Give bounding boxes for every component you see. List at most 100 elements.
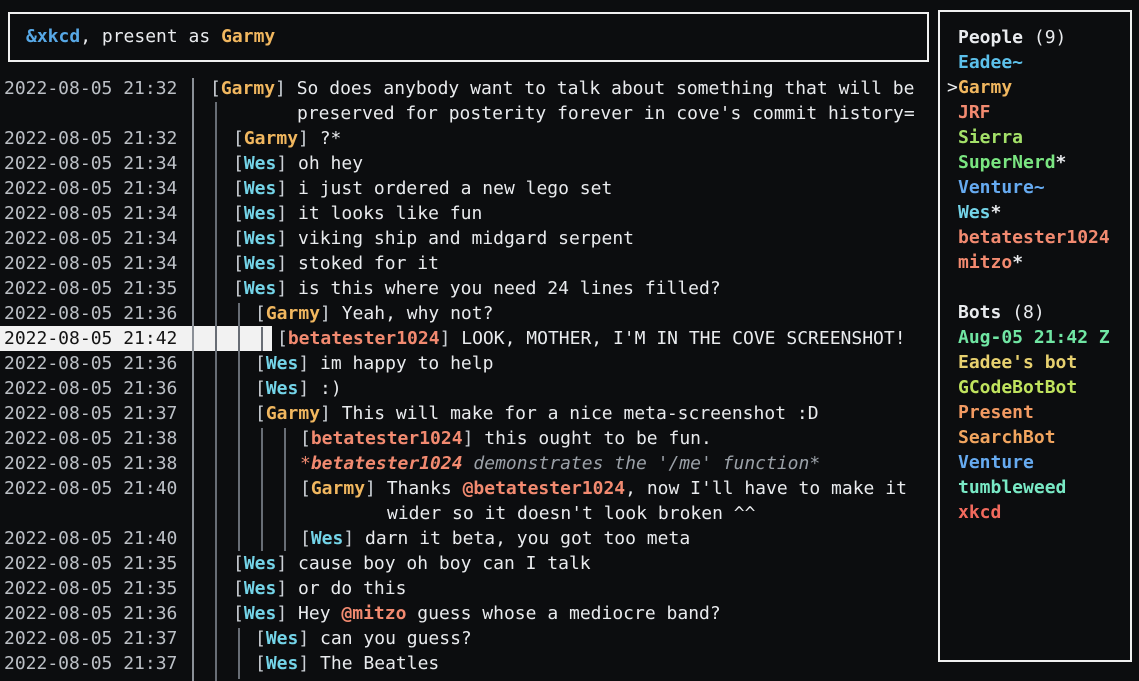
user-list-item[interactable]: mitzo* (940, 250, 1128, 275)
chat-message-row[interactable]: 2022-08-05 21:35 [Wes] is this where you … (0, 276, 939, 301)
message-text: [Garmy] Yeah, why not? (255, 301, 493, 326)
user-name: SuperNerd* (958, 150, 1066, 175)
chat-message-row[interactable]: 2022-08-05 21:32[Garmy] So does anybody … (0, 76, 939, 101)
chat-message-row[interactable]: 2022-08-05 21:32[Garmy] ?* (0, 126, 939, 151)
user-name: Venture~ (958, 175, 1045, 200)
bot-list-item[interactable]: xkcd (940, 500, 1128, 525)
people-count: (9) (1023, 27, 1066, 48)
message-timestamp: 2022-08-05 21:38 (4, 451, 177, 476)
message-timestamp: 2022-08-05 21:38 (4, 426, 177, 451)
message-text: [Wes] stoked for it (233, 251, 439, 276)
pane-separator-line (192, 78, 194, 681)
message-text: [Wes] it looks like fun (233, 201, 482, 226)
message-text: [Garmy] This will make for a nice meta-s… (255, 401, 819, 426)
chat-message-row[interactable]: 2022-08-05 21:34[Wes] viking ship and mi… (0, 226, 939, 251)
message-timestamp: 2022-08-05 21:35 (4, 576, 177, 601)
message-text: [Wes] The Beatles (255, 651, 439, 676)
chat-message-row[interactable]: 2022-08-05 21:34 [Wes] i just ordered a n… (0, 176, 939, 201)
user-list-item[interactable]: Wes* (940, 200, 1128, 225)
people-panel: People (9) Bots (8) Eadee~>GarmyJRFSierr… (938, 10, 1132, 662)
people-header: People (9) (940, 25, 1128, 50)
chat-message-row[interactable]: 2022-08-05 21:36 [Garmy] Yeah, why not? (0, 301, 939, 326)
bot-list-item[interactable]: Eadee's bot (940, 350, 1128, 375)
message-text: *betatester1024 demonstrates the '/me' f… (300, 451, 820, 476)
message-text: [betatester1024] this ought to be fun. (300, 426, 712, 451)
message-timestamp: 2022-08-05 21:37 (4, 401, 177, 426)
chat-message-row[interactable]: 2022-08-05 21:34 [Wes] stoked for it (0, 251, 939, 276)
bot-list-item[interactable]: GCodeBotBot (940, 375, 1128, 400)
chat-message-row[interactable]: 2022-08-05 21:36 [Wes] im happy to help (0, 351, 939, 376)
chat-message-row[interactable]: 2022-08-05 21:42[betatester1024] LOOK, M… (0, 326, 939, 351)
bot-name: Present (958, 400, 1034, 425)
chat-message-row[interactable]: preserved for posterity forever in cove'… (0, 101, 939, 126)
user-name: Wes* (958, 200, 1001, 225)
chat-message-row[interactable]: 2022-08-05 21:35 [Wes] or do this (0, 576, 939, 601)
user-name: Sierra (958, 125, 1023, 150)
bot-list-item[interactable]: Aug-05 21:42 Z (940, 325, 1128, 350)
away-star-suffix: * (991, 202, 1002, 223)
user-list-item[interactable]: Eadee~ (940, 50, 1128, 75)
chat-message-row[interactable]: 2022-08-05 21:37 [Garmy] This will make f… (0, 401, 939, 426)
chat-message-row[interactable]: wider so it doesn't look broken ^^ (0, 501, 939, 526)
message-timestamp: 2022-08-05 21:34 (4, 251, 177, 276)
bot-list-item[interactable]: SearchBot (940, 425, 1128, 450)
message-timestamp: 2022-08-05 21:34 (4, 201, 177, 226)
thread-line (284, 428, 286, 551)
user-list-item[interactable]: betatester1024 (940, 225, 1128, 250)
message-text: [Wes] Hey @mitzo guess whose a mediocre … (233, 601, 721, 626)
chat-message-row[interactable]: 2022-08-05 21:35[Wes] cause boy oh boy c… (0, 551, 939, 576)
bot-name: tumbleweed (958, 475, 1066, 500)
message-text: [Wes] or do this (233, 576, 406, 601)
chat-message-row[interactable]: 2022-08-05 21:38 *betatester1024 demonstr… (0, 451, 939, 476)
message-timestamp: 2022-08-05 21:36 (4, 301, 177, 326)
bot-list-item[interactable]: Venture (940, 450, 1128, 475)
message-text: [Wes] darn it beta, you got too meta (300, 526, 690, 551)
user-list-item[interactable]: JRF (940, 100, 1128, 125)
chat-message-row[interactable]: 2022-08-05 21:34[Wes] oh hey (0, 151, 939, 176)
chat-message-row[interactable]: 2022-08-05 21:37[Wes] can you guess? (0, 626, 939, 651)
message-timestamp: 2022-08-05 21:34 (4, 176, 177, 201)
chat-message-row[interactable]: 2022-08-05 21:36 [Wes] Hey @mitzo guess w… (0, 601, 939, 626)
message-timestamp: 2022-08-05 21:42 (4, 326, 177, 351)
message-timestamp: 2022-08-05 21:37 (4, 651, 177, 676)
channel-name: &xkcd (26, 26, 80, 47)
message-text: [Wes] is this where you need 24 lines fi… (233, 276, 721, 301)
user-list-item[interactable]: SuperNerd* (940, 150, 1128, 175)
user-list-item[interactable]: Venture~ (940, 175, 1128, 200)
chat-message-row[interactable]: 2022-08-05 21:37 [Wes] The Beatles (0, 651, 939, 676)
message-timestamp: 2022-08-05 21:36 (4, 351, 177, 376)
thread-line (215, 102, 217, 681)
user-name: betatester1024 (958, 225, 1110, 250)
bots-header: Bots (8) (940, 300, 1128, 325)
message-timestamp: 2022-08-05 21:36 (4, 601, 177, 626)
message-timestamp: 2022-08-05 21:34 (4, 151, 177, 176)
message-wrap-continuation: wider so it doesn't look broken ^^ (387, 501, 755, 526)
message-timestamp: 2022-08-05 21:35 (4, 276, 177, 301)
message-text: [Wes] i just ordered a new lego set (233, 176, 612, 201)
message-text: [Wes] can you guess? (255, 626, 472, 651)
people-title: People (958, 27, 1023, 48)
selected-user-marker: > (947, 75, 958, 100)
chat-message-row[interactable]: 2022-08-05 21:34 [Wes] it looks like fun (0, 201, 939, 226)
bots-title: Bots (958, 302, 1001, 323)
chat-message-row[interactable]: 2022-08-05 21:40[Wes] darn it beta, you … (0, 526, 939, 551)
chat-message-row[interactable]: 2022-08-05 21:38 [betatester1024] this ou… (0, 426, 939, 451)
user-name: Garmy (958, 75, 1012, 100)
bot-name: Venture (958, 450, 1034, 475)
message-text: [Wes] im happy to help (255, 351, 493, 376)
chat-message-row[interactable]: 2022-08-05 21:40[Garmy] Thanks @betatest… (0, 476, 939, 501)
cove-chat-window: 2022-08-05 21:32[Garmy] So does anybody … (0, 0, 1139, 681)
user-name: JRF (958, 100, 991, 125)
message-timestamp: 2022-08-05 21:40 (4, 476, 177, 501)
user-list-item[interactable]: Sierra (940, 125, 1128, 150)
bot-list-item[interactable]: Present (940, 400, 1128, 425)
message-text: [Garmy] ?* (233, 126, 341, 151)
message-text: [Wes] :) (255, 376, 342, 401)
bot-list-item[interactable]: tumbleweed (940, 475, 1128, 500)
user-list-item[interactable]: >Garmy (940, 75, 1128, 100)
away-star-suffix: * (1056, 152, 1067, 173)
bot-name: Eadee's bot (958, 350, 1077, 375)
thread-line (261, 327, 263, 351)
chat-message-row[interactable]: 2022-08-05 21:36[Wes] :) (0, 376, 939, 401)
message-timestamp: 2022-08-05 21:34 (4, 226, 177, 251)
